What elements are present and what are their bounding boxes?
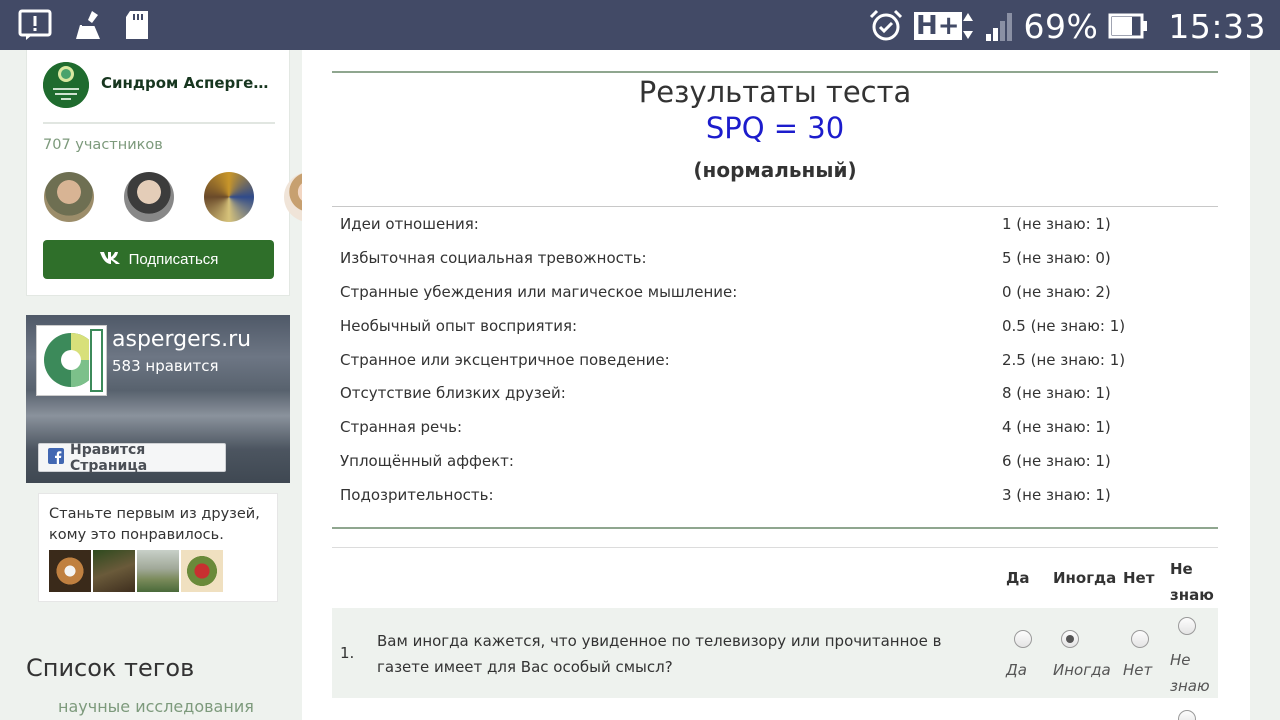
results-score: SPQ = 30 <box>705 111 845 145</box>
friend-photo[interactable] <box>93 550 135 592</box>
fb-friends-text: Станьте первым из друзей, кому это понра… <box>49 506 260 543</box>
question-row: 1. Вам иногда кажется, что увиденное по … <box>332 608 1218 698</box>
radio-dont-know-label-line2: знаю <box>1170 677 1210 695</box>
scale-value: 2.5 (не знаю: 1) <box>1002 350 1126 369</box>
radio-yes-label[interactable]: Да <box>1006 661 1027 679</box>
scale-name: Странная речь: <box>340 418 463 437</box>
vk-group-logo[interactable] <box>43 62 89 108</box>
fb-friends-panel: Станьте первым из друзей, кому это понра… <box>26 483 290 613</box>
scale-name: Странные убеждения или магическое мышлен… <box>340 282 738 301</box>
scale-name: Отсутствие близких друзей: <box>340 384 566 403</box>
vk-member-avatars <box>44 172 334 222</box>
battery-percent: 69% <box>1023 6 1099 46</box>
divider <box>332 547 1218 548</box>
vk-group-name[interactable]: Синдром Аспергера и РАС <box>101 74 279 92</box>
column-header-sometimes: Иногда <box>1053 569 1117 587</box>
column-header-yes: Да <box>1006 569 1030 587</box>
main-content: Результаты теста SPQ = 30 (нормальный) И… <box>302 50 1250 720</box>
scale-value: 3 (не знаю: 1) <box>1002 486 1111 505</box>
table-row: Избыточная социальная тревожность: 5 (не … <box>332 241 1218 275</box>
avatar[interactable] <box>204 172 254 222</box>
scale-results-table: Идеи отношения: 1 (не знаю: 1) Избыточная… <box>332 207 1218 512</box>
fb-like-label: Нравится Страница <box>70 441 148 474</box>
scale-value: 0 (не знаю: 2) <box>1002 282 1111 301</box>
status-bar: H+ 69% 15:33 <box>0 0 1280 50</box>
signal-strength-icon <box>984 10 1014 42</box>
radio-sometimes[interactable] <box>1061 630 1079 648</box>
radio-sometimes-label[interactable]: Иногда <box>1053 661 1111 679</box>
table-row: Подозрительность: 3 (не знаю: 1) <box>332 478 1218 512</box>
fb-like-page-button[interactable]: Нравится Страница <box>38 441 226 474</box>
question-table-header: Да Иногда Нет Не знаю <box>332 550 1218 607</box>
scale-value: 5 (не знаю: 0) <box>1002 248 1111 267</box>
friend-photo[interactable] <box>49 550 91 592</box>
fb-friend-photos <box>49 550 223 592</box>
scale-value: 1 (не знаю: 1) <box>1002 215 1111 233</box>
facebook-icon <box>48 447 64 468</box>
fb-friends-card: Станьте первым из друзей, кому это понра… <box>38 493 278 602</box>
tags-heading: Список тегов <box>26 654 195 682</box>
vk-logo-icon <box>99 251 121 269</box>
radio-yes[interactable] <box>1014 630 1032 648</box>
fb-page-name[interactable]: aspergers.ru <box>112 327 251 352</box>
question-text: Вам иногда кажется, что увиденное по тел… <box>377 632 942 676</box>
avatar[interactable] <box>44 172 94 222</box>
divider <box>332 71 1218 73</box>
network-type-label: H+ <box>913 11 962 41</box>
table-row: Странное или эксцентричное поведение: 2.5… <box>332 343 1218 377</box>
table-row: Идеи отношения: 1 (не знаю: 1) <box>332 207 1218 241</box>
scale-value: 4 (не знаю: 1) <box>1002 418 1111 437</box>
results-interpretation: (нормальный) <box>693 158 857 182</box>
column-header-no: Нет <box>1123 569 1155 587</box>
friend-photo[interactable] <box>181 550 223 592</box>
radio-dont-know-label-line1: Не <box>1170 651 1191 669</box>
vk-members-count[interactable]: 707 участников <box>43 137 163 153</box>
friend-photo[interactable] <box>137 550 179 592</box>
vk-group-widget: Синдром Аспергера и РАС 707 участников П… <box>26 50 334 296</box>
scale-name: Необычный опыт восприятия: <box>340 316 578 335</box>
cleaner-broom-icon <box>72 9 104 41</box>
fb-likes-count: 583 нравится <box>112 357 219 375</box>
radio-dont-know[interactable] <box>1178 617 1196 635</box>
table-row: Необычный опыт восприятия: 0.5 (не знаю: … <box>332 309 1218 343</box>
tag-link[interactable]: научные исследования <box>58 697 254 716</box>
network-type-icon: H+ <box>913 11 974 41</box>
scale-value: 6 (не знаю: 1) <box>1002 452 1111 471</box>
scale-name: Уплощённый аффект: <box>340 452 514 471</box>
scale-value: 8 (не знаю: 1) <box>1002 384 1111 403</box>
scale-name: Подозрительность: <box>340 486 494 505</box>
scale-name: Идеи отношения: <box>340 215 479 233</box>
scale-value: 0.5 (не знаю: 1) <box>1002 316 1126 335</box>
divider <box>332 527 1218 529</box>
scale-name: Избыточная социальная тревожность: <box>340 248 647 267</box>
divider <box>43 122 275 124</box>
avatar[interactable] <box>124 172 174 222</box>
column-header-dont-know: Не знаю <box>1170 556 1214 608</box>
results-title: Результаты теста <box>638 75 912 109</box>
column-header-dont-know-line2: знаю <box>1170 586 1214 604</box>
table-row: Отсутствие близких друзей: 8 (не знаю: 1) <box>332 376 1218 410</box>
table-row: Странная речь: 4 (не знаю: 1) <box>332 410 1218 444</box>
radio-dont-know-label[interactable]: Не знаю <box>1170 647 1210 699</box>
table-row: Уплощённый аффект: 6 (не знаю: 1) <box>332 444 1218 478</box>
alert-notification-icon <box>18 9 52 41</box>
table-row: Странные убеждения или магическое мышлен… <box>332 275 1218 309</box>
sd-card-icon <box>124 9 152 41</box>
battery-icon <box>1108 11 1148 41</box>
vk-subscribe-label: Подписаться <box>128 251 219 268</box>
alarm-clock-icon <box>868 8 904 44</box>
vk-subscribe-button[interactable]: Подписаться <box>43 240 274 279</box>
scale-name: Странное или эксцентричное поведение: <box>340 350 670 369</box>
question-number: 1. <box>340 644 355 662</box>
fb-page-widget: aspergers.ru 583 нравится Нравится Стран… <box>26 315 290 483</box>
clock-time: 15:33 <box>1168 6 1266 46</box>
fb-page-logo[interactable] <box>36 325 107 396</box>
radio-no-label[interactable]: Нет <box>1123 661 1152 679</box>
radio-no[interactable] <box>1131 630 1149 648</box>
column-header-dont-know-line1: Не <box>1170 560 1193 578</box>
radio-dont-know-next[interactable] <box>1178 710 1196 720</box>
